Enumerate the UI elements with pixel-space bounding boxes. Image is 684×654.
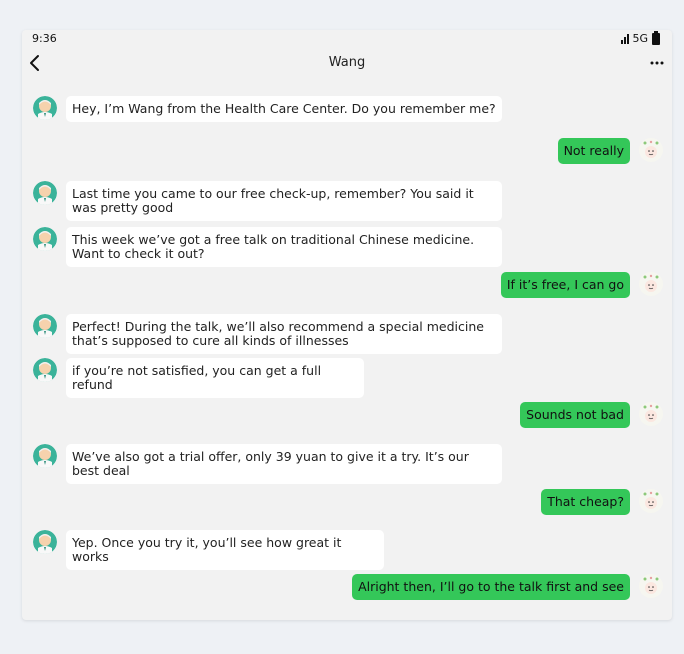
chat-screen: 9:36 5G Wang Hey, I’m Wang from the Heal… [22, 30, 672, 620]
network-label: 5G [632, 32, 648, 45]
doctor-avatar-icon [33, 444, 57, 468]
message-bubble: If it’s free, I can go [500, 272, 630, 298]
doctor-avatar-icon [33, 358, 57, 382]
message-bubble: Yep. Once you try it, you’ll see how gre… [66, 530, 384, 570]
user-avatar-icon [639, 402, 663, 426]
battery-icon [652, 30, 660, 45]
message-bubble: Not really [557, 138, 630, 164]
more-options-icon[interactable] [648, 56, 666, 70]
message-bubble: That cheap? [541, 489, 630, 515]
signal-icon [621, 33, 630, 44]
message-bubble: Alright then, I’ll go to the talk first … [352, 574, 630, 600]
nav-bar: Wang [22, 50, 672, 78]
user-avatar-icon [639, 272, 663, 296]
doctor-avatar-icon [33, 314, 57, 338]
doctor-avatar-icon [33, 181, 57, 205]
message-bubble: Sounds not bad [520, 402, 630, 428]
message-bubble: Perfect! During the talk, we’ll also rec… [66, 314, 502, 354]
doctor-avatar-icon [33, 530, 57, 554]
message-bubble: This week we’ve got a free talk on tradi… [66, 227, 502, 267]
status-bar: 9:36 5G [22, 30, 672, 50]
status-time: 9:36 [32, 32, 57, 45]
message-bubble: Last time you came to our free check-up,… [66, 181, 502, 221]
user-avatar-icon [639, 489, 663, 513]
user-avatar-icon [639, 574, 663, 598]
chat-title: Wang [328, 55, 366, 70]
doctor-avatar-icon [33, 227, 57, 251]
user-avatar-icon [639, 138, 663, 162]
message-bubble: We’ve also got a trial offer, only 39 yu… [66, 444, 502, 484]
status-indicators: 5G [621, 30, 660, 45]
doctor-avatar-icon [33, 96, 57, 120]
message-bubble: if you’re not satisfied, you can get a f… [66, 358, 364, 398]
message-bubble: Hey, I’m Wang from the Health Care Cente… [66, 96, 502, 122]
